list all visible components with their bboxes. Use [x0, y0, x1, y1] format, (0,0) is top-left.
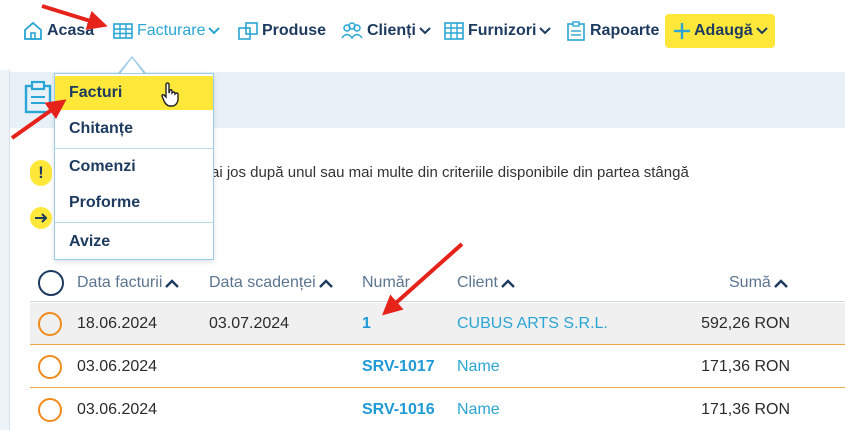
cell-client-link[interactable]: Name — [457, 401, 500, 419]
menu-item-orders[interactable]: Comenzi — [55, 150, 213, 184]
nav-invoicing[interactable]: Facturare — [112, 14, 221, 48]
menu-item-delivery-notes[interactable]: Avize — [55, 225, 213, 259]
cell-amount: 592,26 RON — [701, 315, 790, 332]
sort-up-icon — [318, 278, 333, 288]
row-checkbox[interactable] — [38, 312, 62, 336]
cell-date: 18.06.2024 — [77, 315, 158, 332]
cell-date: 03.06.2024 — [77, 358, 158, 375]
nav-suppliers[interactable]: Furnizori — [443, 14, 552, 48]
cell-amount: 171,36 RON — [701, 358, 790, 375]
table-row[interactable]: 03.06.2024 SRV-1016 Name 171,36 RON — [30, 389, 845, 430]
nav-home-label: Acasă — [47, 22, 95, 39]
users-icon — [341, 22, 363, 40]
hand-cursor-icon — [161, 82, 179, 107]
column-header-due[interactable]: Data scadenței — [209, 274, 333, 292]
nav-reports-label: Rapoarte — [590, 22, 660, 39]
select-all-checkbox[interactable] — [38, 270, 64, 296]
table-row[interactable]: 03.06.2024 SRV-1017 Name 171,36 RON — [30, 346, 845, 388]
nav-invoicing-label: Facturare — [137, 22, 206, 39]
table-header: Data facturii Data scadenței Număr Clien… — [30, 262, 845, 302]
nav-products-label: Produse — [262, 22, 327, 39]
cell-client-link[interactable]: CUBUS ARTS S.R.L. — [457, 315, 608, 333]
column-header-client-label: Client — [457, 274, 498, 291]
home-icon — [24, 21, 42, 40]
column-header-amount[interactable]: Sumă — [729, 274, 788, 292]
row-checkbox[interactable] — [38, 398, 62, 422]
column-header-client[interactable]: Client — [457, 274, 515, 292]
cell-number-link[interactable]: SRV-1016 — [362, 401, 435, 419]
sort-up-icon — [773, 278, 788, 288]
suppliers-grid-icon — [444, 22, 464, 40]
menu-item-invoices[interactable]: Facturi — [55, 76, 213, 110]
sort-up-icon — [165, 278, 180, 288]
invoicing-dropdown-menu: Facturi Chitanțe Comenzi Proforme Avize — [54, 73, 214, 260]
add-button-label: Adaugă — [694, 22, 753, 39]
column-header-number-label: Număr — [362, 274, 411, 291]
info-text: ai jos după unul sau mai multe din crite… — [211, 164, 689, 181]
cell-number-link[interactable]: 1 — [362, 315, 371, 333]
menu-item-proformas[interactable]: Proforme — [55, 186, 213, 220]
plus-icon — [674, 23, 690, 39]
products-icon — [238, 22, 258, 40]
chevron-down-icon — [208, 27, 221, 35]
row-checkbox[interactable] — [38, 355, 62, 379]
nav-clients-label: Clienți — [367, 22, 416, 39]
top-navigation: Acasă Facturare Produse Clienți Furnizor… — [0, 0, 845, 62]
left-sidebar-edge — [0, 70, 10, 430]
chevron-down-icon — [419, 27, 431, 35]
nav-reports[interactable]: Rapoarte — [565, 14, 659, 48]
column-header-due-label: Data scadenței — [209, 274, 316, 291]
table-row[interactable]: 18.06.2024 03.07.2024 1 CUBUS ARTS S.R.L… — [30, 303, 845, 345]
menu-divider — [55, 148, 213, 149]
add-button[interactable]: Adaugă — [665, 14, 775, 48]
cell-number-link[interactable]: SRV-1017 — [362, 358, 435, 376]
menu-divider — [55, 222, 213, 223]
nav-suppliers-label: Furnizori — [468, 22, 537, 39]
nav-products[interactable]: Produse — [237, 14, 326, 48]
column-header-amount-label: Sumă — [729, 274, 771, 291]
arrow-right-icon[interactable] — [30, 207, 52, 229]
nav-clients[interactable]: Clienți — [340, 14, 431, 48]
page-clipboard-icon — [22, 80, 58, 119]
cell-date: 03.06.2024 — [77, 401, 158, 418]
clipboard-icon — [567, 21, 585, 41]
nav-home[interactable]: Acasă — [22, 14, 94, 48]
invoice-grid-icon — [113, 23, 133, 39]
menu-item-receipts[interactable]: Chitanțe — [55, 112, 213, 146]
column-header-number[interactable]: Număr — [362, 274, 410, 292]
cell-due: 03.07.2024 — [209, 315, 290, 332]
column-header-date[interactable]: Data facturii — [77, 274, 180, 292]
dropdown-caret-fill — [120, 58, 144, 74]
chevron-down-icon — [755, 27, 768, 35]
info-exclamation-icon: ! — [30, 160, 52, 186]
cell-amount: 171,36 RON — [701, 401, 790, 418]
chevron-down-icon — [539, 27, 552, 35]
cell-client-link[interactable]: Name — [457, 358, 500, 376]
sort-up-icon — [501, 278, 515, 288]
column-header-date-label: Data facturii — [77, 274, 163, 291]
